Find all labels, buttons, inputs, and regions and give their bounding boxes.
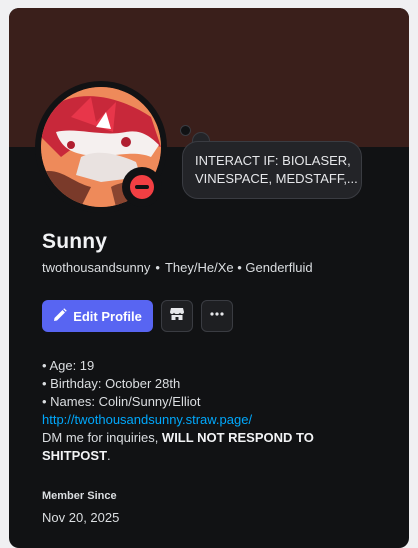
edit-profile-label: Edit Profile <box>73 308 142 324</box>
custom-status-line-1: INTERACT IF: BIOLASER, <box>195 153 351 168</box>
bio-names: • Names: Colin/Sunny/Elliot <box>42 394 201 409</box>
display-name: Sunny <box>42 230 108 253</box>
bio-dm-prefix: DM me for inquiries, <box>42 430 162 445</box>
bio-birthday: • Birthday: October 28th <box>42 376 181 391</box>
username[interactable]: twothousandsunny <box>42 260 150 275</box>
more-options-button[interactable] <box>201 300 233 332</box>
dnd-status-icon <box>130 175 154 199</box>
shop-icon <box>169 306 185 327</box>
custom-status-line-2: VINESPACE, MEDSTAFF,... <box>195 171 358 186</box>
separator: • <box>155 260 160 275</box>
shop-button[interactable] <box>161 300 193 332</box>
bio-dm-suffix: . <box>107 448 111 463</box>
pencil-icon <box>53 307 67 325</box>
member-since-label: Member Since <box>42 490 117 502</box>
user-tagline: twothousandsunny • They/He/Xe • Genderflui… <box>42 260 313 275</box>
edit-profile-button[interactable]: Edit Profile <box>42 300 153 332</box>
custom-status-bubble[interactable]: INTERACT IF: BIOLASER, VINESPACE, MEDSTA… <box>182 141 362 199</box>
bio-link[interactable]: http://twothousandsunny.straw.page/ <box>42 412 252 427</box>
bio-dm-bold-1: WILL NOT RESPOND TO <box>161 430 314 445</box>
bio: • Age: 19 • Birthday: October 28th • Nam… <box>42 357 382 465</box>
bio-dm-bold-2: SHITPOST <box>42 448 108 463</box>
bio-dm-line: DM me for inquiries, WILL NOT RESPOND TO <box>42 429 382 447</box>
bio-age: • Age: 19 <box>42 358 95 373</box>
bio-dm-line-2: SHITPOST. <box>42 447 382 465</box>
more-horizontal-icon <box>209 306 225 327</box>
status-bubble-dot-small <box>180 125 191 136</box>
profile-card: INTERACT IF: BIOLASER, VINESPACE, MEDSTA… <box>9 8 409 548</box>
member-since-date: Nov 20, 2025 <box>42 510 120 525</box>
pronouns: They/He/Xe • Genderfluid <box>164 260 313 275</box>
